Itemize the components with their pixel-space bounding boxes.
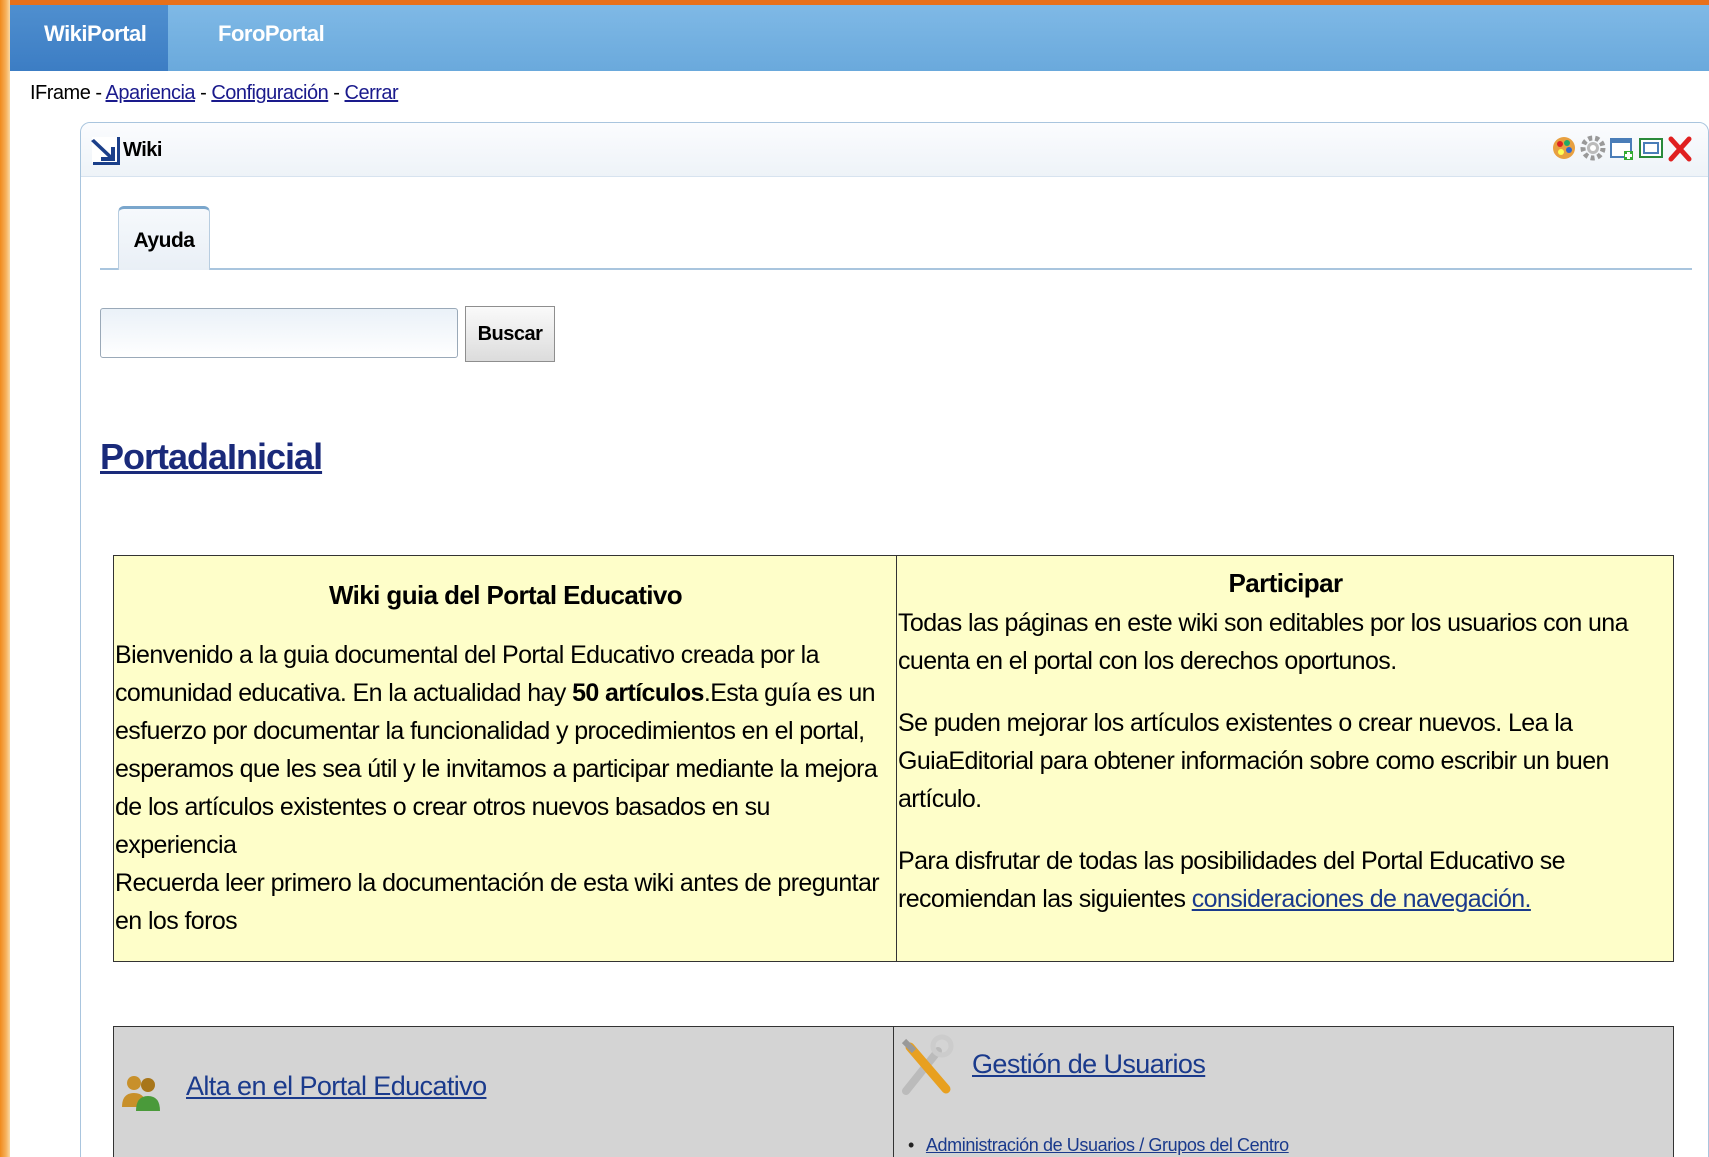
intro-text: Recuerda leer primero la documentación d…	[115, 869, 880, 935]
section-alta: Alta en el Portal Educativo	[114, 1027, 894, 1157]
iframe-options-bar: IFrame - Apariencia - Configuración - Ce…	[30, 82, 399, 105]
admin-usuarios-link[interactable]: Administración de Usuarios / Grupos del …	[926, 1135, 1289, 1155]
intro-right-heading: Participar	[1228, 568, 1344, 598]
portlet-controls	[1551, 133, 1693, 163]
users-icon	[122, 1076, 160, 1111]
intro-left-cell: Wiki guia del Portal Educativo Bienvenid…	[114, 556, 897, 961]
wiki-tabstrip: Ayuda	[100, 206, 1692, 270]
list-item: Administración de Usuarios / Grupos del …	[908, 1135, 1289, 1156]
article-count: 50 artículos	[572, 679, 704, 707]
sections-table: Alta en el Portal Educativo Gestión de U…	[113, 1026, 1674, 1157]
window-left-border	[0, 0, 10, 1157]
participar-paragraph: Se puden mejorar los artículos existente…	[898, 709, 1609, 813]
close-icon[interactable]	[1667, 133, 1693, 163]
palette-icon[interactable]	[1551, 133, 1577, 163]
apariencia-link[interactable]: Apariencia	[106, 82, 196, 104]
intro-table: Wiki guia del Portal Educativo Bienvenid…	[113, 555, 1674, 962]
portlet-header: Wiki	[81, 123, 1708, 177]
cerrar-link[interactable]: Cerrar	[345, 82, 399, 104]
separator: -	[195, 82, 212, 104]
gear-icon[interactable]	[1580, 133, 1606, 163]
tools-icon	[901, 1034, 954, 1095]
page-title[interactable]: PortadaInicial	[100, 436, 323, 478]
iframe-label: IFrame -	[30, 82, 106, 104]
maximize-icon[interactable]	[1638, 133, 1664, 163]
gestion-list: Administración de Usuarios / Grupos del …	[908, 1135, 1289, 1156]
search-input[interactable]	[100, 308, 458, 358]
participar-paragraph: Todas las páginas en este wiki son edita…	[898, 609, 1629, 675]
intro-right-cell: Participar Todas las páginas en este wik…	[897, 556, 1673, 961]
window-add-icon[interactable]	[1609, 133, 1635, 163]
alta-link[interactable]: Alta en el Portal Educativo	[186, 1071, 487, 1102]
separator: -	[328, 82, 345, 104]
intro-left-heading: Wiki guia del Portal Educativo	[328, 580, 683, 610]
intro-left-body: Bienvenido a la guia documental del Port…	[115, 636, 896, 940]
configuracion-link[interactable]: Configuración	[211, 82, 328, 104]
portal-tab-bar: WikiPortal ForoPortal	[10, 5, 1709, 71]
search-button[interactable]: Buscar	[465, 306, 555, 362]
tab-wikiportal[interactable]: WikiPortal	[10, 5, 168, 71]
gestion-usuarios-link[interactable]: Gestión de Usuarios	[972, 1049, 1206, 1080]
portlet-title: Wiki	[123, 139, 162, 161]
participar-paragraph: Para disfrutar de todas las posibilidade…	[898, 842, 1673, 918]
navigation-considerations-link[interactable]: consideraciones de navegación.	[1192, 885, 1532, 913]
section-gestion: Gestión de Usuarios Administración de Us…	[894, 1027, 1673, 1157]
tab-foroportal[interactable]: ForoPortal	[168, 5, 352, 71]
wiki-arrow-icon	[91, 137, 120, 165]
tab-ayuda[interactable]: Ayuda	[118, 206, 210, 270]
